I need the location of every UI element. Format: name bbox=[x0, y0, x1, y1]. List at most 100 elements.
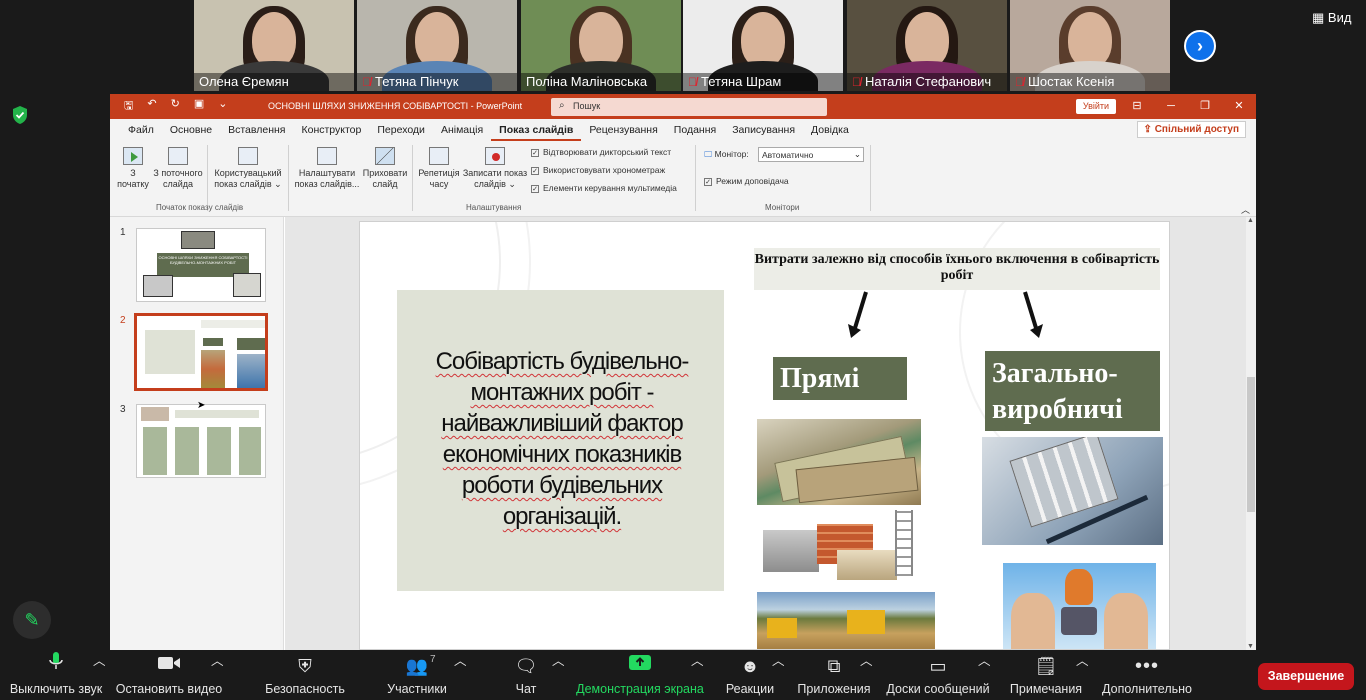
setup-show-button[interactable]: Налаштувати показ слайдів... bbox=[294, 147, 360, 190]
participant-tile[interactable]: 🎙̸ Наталія Стефанович bbox=[847, 0, 1007, 91]
scrollbar-thumb[interactable] bbox=[1247, 377, 1255, 512]
participant-tile[interactable]: 🎙̸ Тетяна Шрам bbox=[683, 0, 843, 91]
video-label: Остановить видео bbox=[115, 682, 223, 696]
record-label-1: Записати показ bbox=[462, 168, 528, 178]
participants-button[interactable]: 👥 Участники bbox=[382, 650, 452, 700]
restore-icon[interactable]: ❐ bbox=[1188, 94, 1222, 119]
annotate-pencil-icon[interactable]: ✎ bbox=[13, 601, 51, 639]
hide-label-1: Приховати bbox=[362, 168, 408, 178]
chevron-up-icon[interactable]: ︿ bbox=[860, 650, 873, 668]
participant-face bbox=[1068, 12, 1112, 68]
checked-icon: ✓ bbox=[704, 178, 712, 186]
monitor-select[interactable]: Автоматично ⌄ bbox=[758, 147, 864, 162]
construction-site-photo bbox=[757, 592, 935, 649]
custom-show-button[interactable]: Користувацький показ слайдів ⌄ bbox=[210, 147, 286, 190]
end-meeting-button[interactable]: Завершение bbox=[1258, 663, 1354, 690]
redo-icon[interactable]: ↻ bbox=[171, 97, 180, 116]
close-icon[interactable]: ✕ bbox=[1222, 94, 1256, 119]
ribbon-display-icon[interactable]: ⊟ bbox=[1120, 94, 1154, 119]
ribbon-tab[interactable]: Записування bbox=[724, 119, 803, 141]
customize-qat-icon[interactable]: ⌄ bbox=[218, 97, 227, 116]
play-current-icon bbox=[168, 147, 188, 165]
media-controls-checkbox[interactable]: ✓ Елементи керування мультимедіа bbox=[531, 183, 677, 193]
thumb-header bbox=[175, 410, 259, 418]
chevron-up-icon[interactable]: ︿ bbox=[978, 650, 991, 668]
custom-show-icon bbox=[238, 147, 258, 165]
reactions-button[interactable]: ☻ Реакции bbox=[722, 650, 778, 700]
undo-icon[interactable]: ↶ bbox=[147, 97, 156, 116]
chat-button[interactable]: 🗨 Чат bbox=[508, 650, 544, 700]
scroll-down-icon[interactable]: ▼ bbox=[1247, 643, 1254, 650]
chevron-up-icon[interactable]: ︿ bbox=[772, 650, 785, 668]
slide-scrollbar[interactable]: ▲ ▼ bbox=[1246, 217, 1256, 650]
ribbon-tab[interactable]: Рецензування bbox=[581, 119, 665, 141]
slide-thumbnail-3[interactable] bbox=[136, 404, 266, 478]
ladder-shape bbox=[895, 510, 913, 576]
ribbon-tab[interactable]: Основне bbox=[162, 119, 220, 141]
participant-tile[interactable]: 🎙̸ Шостак Ксенія bbox=[1010, 0, 1170, 91]
participant-name-bar: 🎙̸ Тетяна Шрам bbox=[683, 73, 843, 91]
ribbon-tab[interactable]: Подання bbox=[666, 119, 724, 141]
ribbon-tab[interactable]: Показ слайдів bbox=[491, 119, 582, 141]
muted-mic-icon: 🎙̸ bbox=[1015, 75, 1024, 89]
signin-button[interactable]: Увійти bbox=[1076, 99, 1116, 114]
ribbon-tab[interactable]: Вставлення bbox=[220, 119, 293, 141]
participant-name-bar: 🎙̸ Тетяна Пінчук bbox=[357, 73, 517, 91]
scroll-up-icon[interactable]: ▲ bbox=[1247, 217, 1254, 224]
view-button[interactable]: ▦ Вид bbox=[1312, 10, 1351, 26]
ribbon-tab[interactable]: Файл bbox=[120, 119, 162, 141]
ribbon-tab[interactable]: Довідка bbox=[803, 119, 857, 141]
setup-show-icon bbox=[317, 147, 337, 165]
ribbon-tab[interactable]: Конструктор bbox=[293, 119, 369, 141]
ribbon-slideshow: З початку З поточного слайда Користуваць… bbox=[110, 141, 1256, 217]
security-button[interactable]: ⛨ Безопасность bbox=[262, 650, 348, 700]
ribbon-tab[interactable]: Анімація bbox=[433, 119, 491, 141]
participant-tile[interactable]: Олена Єремян bbox=[194, 0, 354, 91]
participant-face bbox=[415, 12, 459, 68]
from-start-button[interactable]: З початку bbox=[116, 147, 150, 190]
slide-thumbnail-2[interactable] bbox=[134, 313, 268, 391]
share-button[interactable]: ⇪ Спільний доступ bbox=[1136, 121, 1246, 138]
save-icon[interactable]: 🖫 bbox=[124, 97, 133, 116]
notes-button[interactable]: 🗒 Примечания bbox=[1008, 650, 1084, 700]
current-slide[interactable]: Собівартість будівельно-монтажних робіт … bbox=[359, 221, 1170, 650]
monitor-text: Монітор: bbox=[714, 149, 749, 159]
chevron-up-icon[interactable]: ︿ bbox=[691, 650, 704, 668]
from-current-button[interactable]: З поточного слайда bbox=[150, 147, 206, 190]
zoom-toolbar: Выключить звук ︿ Остановить видео ︿ ⛨ Бе… bbox=[0, 650, 1366, 700]
narration-checkbox[interactable]: ✓ Відтворювати дикторський текст bbox=[531, 147, 671, 157]
search-input[interactable]: ⌕ Пошук bbox=[551, 98, 827, 116]
mute-button[interactable]: Выключить звук bbox=[8, 650, 104, 700]
encryption-shield-icon[interactable] bbox=[11, 105, 29, 125]
participant-name-bar: 🎙̸ Наталія Стефанович bbox=[847, 73, 1007, 91]
participant-tile[interactable]: 🎙̸ Тетяна Пінчук bbox=[357, 0, 517, 91]
rehearse-button[interactable]: Репетиція часу bbox=[414, 147, 464, 190]
next-page-icon[interactable]: › bbox=[1184, 30, 1216, 62]
group-setup-label: Налаштування bbox=[466, 203, 522, 212]
chevron-up-icon[interactable]: ︿ bbox=[211, 650, 224, 668]
mute-label: Выключить звук bbox=[9, 682, 103, 696]
share-screen-button[interactable]: Демонстрация экрана bbox=[576, 650, 704, 700]
collapse-ribbon-icon[interactable]: ︿ bbox=[1241, 203, 1250, 216]
presenter-view-checkbox[interactable]: ✓ Режим доповідача bbox=[704, 176, 789, 186]
whiteboards-button[interactable]: ▭ Доски сообщений bbox=[884, 650, 992, 700]
monitor-value: Автоматично bbox=[762, 150, 814, 160]
chevron-up-icon[interactable]: ︿ bbox=[1076, 650, 1089, 668]
divider bbox=[870, 145, 871, 211]
stop-video-button[interactable]: Остановить видео bbox=[115, 650, 223, 700]
thumb-green-box bbox=[237, 338, 265, 350]
ribbon-tab[interactable]: Переходи bbox=[369, 119, 433, 141]
slide-thumbnail-1[interactable]: ОСНОВНІ ШЛЯХИ ЗНИЖЕННЯ СОБІВАРТОСТІ БУДІ… bbox=[136, 228, 266, 302]
present-icon[interactable]: ▣ bbox=[194, 97, 204, 116]
chevron-up-icon[interactable]: ︿ bbox=[552, 650, 565, 668]
more-dots-icon: ••• bbox=[1134, 655, 1159, 677]
costs-header: Витрати залежно від способів їхнього вкл… bbox=[754, 248, 1160, 290]
chevron-up-icon[interactable]: ︿ bbox=[93, 650, 106, 668]
record-show-button[interactable]: Записати показ слайдів ⌄ bbox=[460, 147, 530, 190]
hide-slide-button[interactable]: Приховати слайд bbox=[360, 147, 410, 190]
chevron-up-icon[interactable]: ︿ bbox=[454, 650, 467, 668]
more-button[interactable]: ••• Дополнительно bbox=[1100, 650, 1194, 700]
participant-tile[interactable]: Поліна Маліновська bbox=[521, 0, 681, 91]
minimize-icon[interactable]: ─ bbox=[1154, 94, 1188, 119]
timings-checkbox[interactable]: ✓ Використовувати хронометраж bbox=[531, 165, 665, 175]
